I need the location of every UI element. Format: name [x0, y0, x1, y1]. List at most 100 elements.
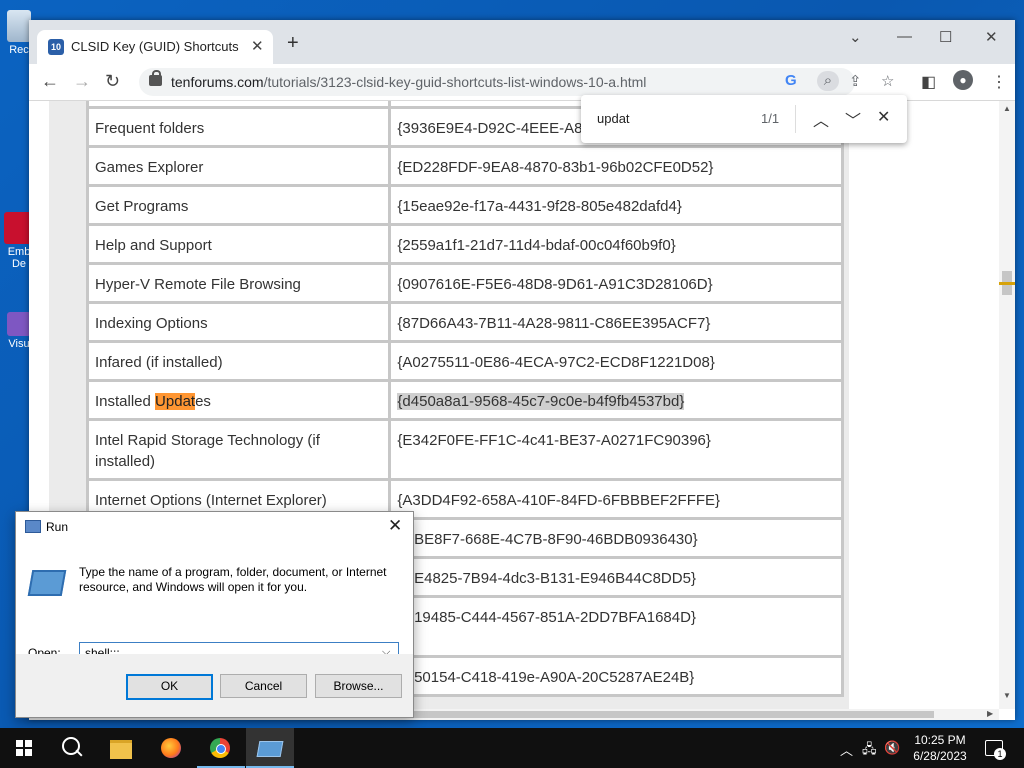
scrollbar-thumb[interactable] [414, 711, 934, 718]
divider [795, 105, 796, 133]
show-hidden-icons-chevron-icon[interactable]: ︿ [840, 740, 853, 759]
row-guid: {ED228FDF-9EA8-4870-83b1-96b02CFE0D52} [388, 144, 844, 187]
row-guid: {2559a1f1-21d7-11d4-bdaf-00c04f60b9f0} [388, 222, 844, 265]
table-row: Indexing Options {87D66A43-7B11-4A28-981… [85, 300, 844, 343]
row-guid: 9950154-C418-419e-A90A-20C5287AE24B} [388, 654, 844, 697]
url-text[interactable]: tenforums.com/tutorials/3123-clsid-key-g… [171, 74, 646, 90]
profile-avatar-icon[interactable]: ● [953, 70, 973, 90]
table-row: Installed Updates {d450a8a1-9568-45c7-9c… [85, 378, 844, 421]
row-name: Games Explorer [85, 144, 392, 187]
scroll-up-icon[interactable]: ▲ [1003, 104, 1011, 113]
firefox-icon [161, 738, 181, 758]
row-guid: {E342F0FE-FF1C-4c41-BE37-A0271FC90396} [388, 417, 844, 481]
find-input[interactable]: updat [597, 111, 630, 126]
ok-button[interactable]: OK [126, 674, 213, 700]
table-row: Help and Support {2559a1f1-21d7-11d4-bda… [85, 222, 844, 265]
row-guid: 25BE8F7-668E-4C7B-8F90-46BDB0936430} [388, 516, 844, 559]
kebab-menu-icon[interactable]: ⋮ [991, 72, 1007, 92]
desktop-icon-label: Visu [8, 338, 30, 350]
find-highlight: Updat [155, 392, 196, 410]
row-guid: {87D66A43-7B11-4A28-9811-C86EE395ACF7} [388, 300, 844, 343]
row-name: Get Programs [85, 183, 392, 226]
browse-button[interactable]: Browse... [315, 674, 402, 698]
table-row: Get Programs {15eae92e-f17a-4431-9f28-80… [85, 183, 844, 226]
google-lens-icon[interactable]: G [785, 72, 797, 89]
tab-search-chevron-icon[interactable]: ⌄ [849, 28, 862, 46]
row-name: Help and Support [85, 222, 392, 265]
maximize-icon[interactable]: ☐ [939, 28, 952, 46]
row-guid: {A3DD4F92-658A-410F-84FD-6FBBBEF2FFFE} [388, 477, 844, 520]
row-guid: {0907616E-F5E6-48D8-9D61-A91C3D28106D} [388, 261, 844, 304]
desktop-icon-label: Rec [9, 44, 29, 56]
row-name: Intel Rapid Storage Technology (if insta… [85, 417, 392, 481]
run-dialog: Run ✕ Type the name of a program, folder… [15, 511, 414, 718]
run-taskbar-button[interactable] [246, 728, 294, 768]
network-icon[interactable]: 🖧 [862, 740, 877, 762]
firefox-button[interactable] [148, 728, 196, 768]
vertical-scrollbar[interactable]: ▲ ▼ [999, 101, 1015, 709]
row-guid: 31E4825-7B94-4dc3-B131-E946B44C8DD5} [388, 555, 844, 598]
table-row: Hyper-V Remote File Browsing {0907616E-F… [85, 261, 844, 304]
row-name: Hyper-V Remote File Browsing [85, 261, 392, 304]
run-title-bar[interactable]: Run ✕ [16, 512, 413, 542]
scroll-right-icon[interactable]: ▶ [987, 709, 993, 718]
taskbar: ︿ 🖧 🔇 10:25 PM 6/28/2023 1 [0, 728, 1024, 768]
windows-logo-icon [16, 740, 32, 756]
desktop-icon-label: Emb De [7, 246, 31, 270]
tenforums-favicon-icon: 10 [48, 39, 64, 55]
folder-icon [110, 740, 132, 759]
clock[interactable]: 10:25 PM 6/28/2023 [906, 732, 974, 764]
close-find-icon[interactable]: ✕ [877, 107, 890, 127]
run-program-icon [27, 570, 67, 596]
chrome-button[interactable] [197, 728, 245, 768]
row-name: Indexing Options [85, 300, 392, 343]
run-app-icon [256, 741, 284, 757]
volume-muted-icon[interactable]: 🔇 [884, 740, 900, 756]
address-bar[interactable]: tenforums.com/tutorials/3123-clsid-key-g… [139, 68, 894, 96]
run-description: Type the name of a program, folder, docu… [79, 565, 387, 594]
lock-icon[interactable] [149, 70, 162, 86]
close-tab-icon[interactable]: ✕ [251, 37, 264, 55]
side-panel-icon[interactable]: ◧ [921, 72, 936, 92]
row-guid: {A0275511-0E86-4ECA-97C2-ECD8F1221D08} [388, 339, 844, 382]
next-match-chevron-down-icon[interactable]: ﹀ [845, 107, 861, 131]
new-tab-plus-icon[interactable]: + [287, 33, 299, 53]
tab-title: CLSID Key (GUID) Shortcuts List f [71, 39, 241, 54]
back-arrow-icon[interactable]: ← [41, 71, 59, 91]
table-row: Intel Rapid Storage Technology (if insta… [85, 417, 844, 481]
share-icon[interactable]: ⇪ [849, 72, 862, 90]
row-guid: {15eae92e-f17a-4431-9f28-805e482dafd4} [388, 183, 844, 226]
search-icon [62, 737, 80, 755]
row-name: Installed Updates [85, 378, 392, 421]
search-button[interactable] [48, 728, 96, 768]
row-guid: {d450a8a1-9568-45c7-9c0e-b4f9fb4537bd} [388, 378, 844, 421]
scroll-down-icon[interactable]: ▼ [1003, 691, 1011, 700]
row-name: Infared (if installed) [85, 339, 392, 382]
time: 10:25 PM [914, 733, 966, 747]
forward-arrow-icon[interactable]: → [73, 71, 91, 91]
selected-text: {d450a8a1-9568-45c7-9c0e-b4f9fb4537bd} [397, 392, 685, 410]
close-window-icon[interactable]: ✕ [985, 28, 998, 46]
minimize-icon[interactable]: — [897, 28, 912, 45]
tab-clsid-shortcuts[interactable]: 10 CLSID Key (GUID) Shortcuts List f ✕ [37, 30, 273, 64]
row-name[interactable]: Frequent folders [85, 105, 392, 148]
row-guid: 0419485-C444-4567-851A-2DD7BFA1684D} [388, 594, 844, 658]
bookmark-star-icon[interactable]: ☆ [881, 72, 894, 90]
table-row: Games Explorer {ED228FDF-9EA8-4870-83b1-… [85, 144, 844, 187]
find-match-marker [999, 282, 1015, 285]
find-match-count: 1/1 [761, 111, 780, 126]
tab-strip: 10 CLSID Key (GUID) Shortcuts List f ✕ +… [29, 20, 1015, 64]
close-dialog-icon[interactable]: ✕ [388, 516, 402, 536]
previous-match-chevron-up-icon[interactable]: ︿ [813, 107, 829, 131]
cancel-button[interactable]: Cancel [220, 674, 307, 698]
run-title: Run [46, 520, 69, 534]
file-explorer-button[interactable] [98, 728, 146, 768]
find-bar: updat 1/1 ︿ ﹀ ✕ [581, 95, 907, 143]
table-row: Infared (if installed) {A0275511-0E86-4E… [85, 339, 844, 382]
start-button[interactable] [0, 728, 48, 768]
date: 6/28/2023 [913, 749, 967, 763]
notification-center-icon[interactable]: 1 [985, 740, 1006, 760]
run-app-icon [25, 520, 41, 533]
find-in-page-icon[interactable]: ⌕ [817, 71, 839, 91]
reload-icon[interactable]: ↻ [105, 71, 120, 91]
